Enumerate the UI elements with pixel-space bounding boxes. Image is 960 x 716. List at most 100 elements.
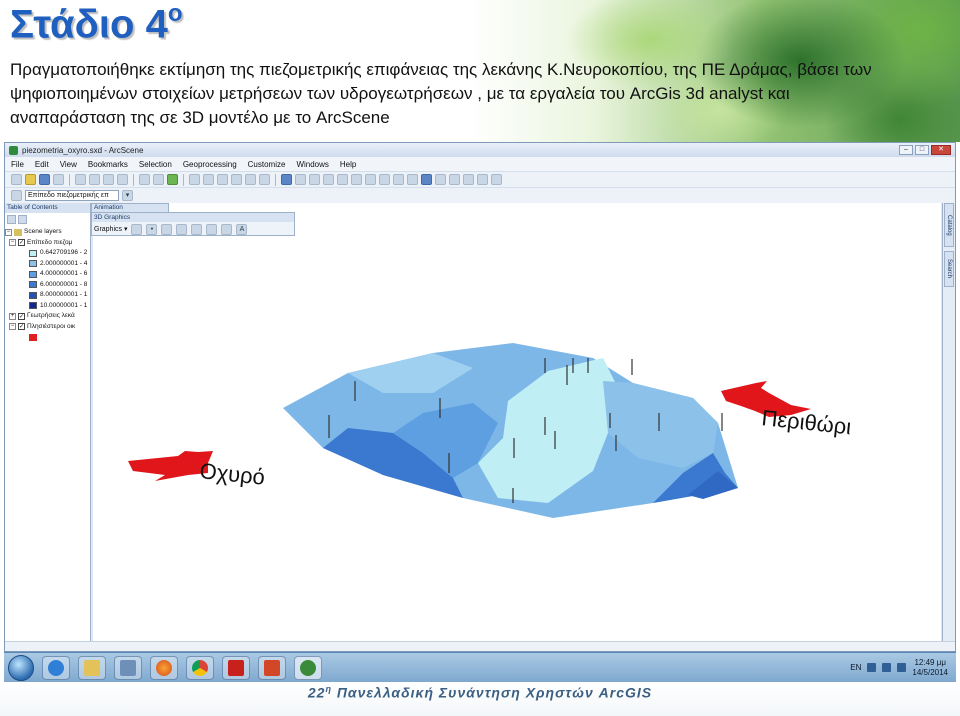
tray-volume-icon[interactable]	[897, 663, 907, 672]
undo-icon[interactable]	[139, 174, 150, 185]
toc-layer-wells[interactable]: + ✓ Γεωτρήσεις λεκά	[5, 311, 90, 322]
legend-swatch	[29, 302, 37, 310]
layer-visibility-checkbox[interactable]: ✓	[18, 312, 25, 320]
fill-color-icon[interactable]	[206, 223, 218, 235]
legend-item[interactable]: 8.000000001 - 1	[29, 290, 90, 301]
taskbar-arcscene[interactable]	[294, 655, 322, 680]
toolbar-separator	[275, 173, 276, 186]
windows-taskbar: EN 12:49 μμ 14/5/2014	[4, 652, 956, 682]
collapse-icon[interactable]: −	[5, 228, 12, 236]
collapse-icon[interactable]: −	[9, 323, 16, 331]
text-icon[interactable]	[191, 223, 203, 235]
menu-edit[interactable]: Edit	[35, 160, 49, 169]
measure-icon[interactable]	[449, 174, 460, 185]
legend-item[interactable]: 2.000000001 - 4	[29, 259, 90, 270]
tray-network-icon[interactable]	[882, 663, 892, 672]
taskbar-firefox[interactable]	[150, 655, 178, 680]
close-button[interactable]: ✕	[931, 145, 951, 155]
menu-file[interactable]: File	[11, 160, 24, 169]
start-button[interactable]	[8, 654, 34, 681]
select-elements-icon[interactable]	[131, 223, 143, 235]
menu-customize[interactable]: Customize	[248, 160, 286, 169]
layer-tool-icon[interactable]	[11, 190, 22, 201]
graphics-3d-title[interactable]: 3D Graphics	[92, 213, 294, 222]
pan-icon[interactable]	[379, 174, 390, 185]
chevron-down-icon[interactable]: ▾	[122, 190, 133, 201]
navigate-icon[interactable]	[281, 174, 292, 185]
legend-item[interactable]: 0.642709196 - 2	[29, 248, 90, 259]
identify-icon[interactable]	[421, 174, 432, 185]
catalog-tab[interactable]: Catalog	[944, 203, 954, 247]
taskbar-network[interactable]	[114, 655, 142, 680]
select-features-icon[interactable]	[407, 174, 418, 185]
list-by-source-icon[interactable]	[18, 215, 27, 224]
line-icon[interactable]	[161, 223, 173, 235]
taskbar-file-explorer[interactable]	[78, 655, 106, 680]
line-color-icon[interactable]	[221, 223, 233, 235]
new-document-icon[interactable]	[11, 174, 22, 185]
layer-visibility-checkbox[interactable]: ✓	[18, 239, 25, 247]
menu-geoprocessing[interactable]: Geoprocessing	[183, 160, 237, 169]
redo-icon[interactable]	[153, 174, 164, 185]
zoom-out-icon[interactable]	[365, 174, 376, 185]
toc-layer-piezometric[interactable]: − ✓ Επίπεδο πιεζομ	[5, 238, 90, 249]
legend-item[interactable]: 4.000000001 - 6	[29, 269, 90, 280]
cut-icon[interactable]	[75, 174, 86, 185]
menu-selection[interactable]: Selection	[139, 160, 172, 169]
set-observer-icon[interactable]	[337, 174, 348, 185]
font-color-icon[interactable]: A	[236, 223, 248, 235]
editor-icon[interactable]	[189, 174, 200, 185]
save-icon[interactable]	[39, 174, 50, 185]
search-icon[interactable]	[231, 174, 242, 185]
expand-view-icon[interactable]	[477, 174, 488, 185]
zoom-to-target-icon[interactable]	[323, 174, 334, 185]
legend-items: 0.642709196 - 2 2.000000001 - 4 4.000000…	[5, 248, 90, 311]
internet-explorer-icon	[48, 659, 64, 676]
taskbar-internet-explorer[interactable]	[42, 655, 70, 680]
taskbar-acrobat[interactable]	[222, 655, 250, 680]
taskbar-chrome[interactable]	[186, 655, 214, 680]
copy-icon[interactable]	[89, 174, 100, 185]
find-icon[interactable]	[435, 174, 446, 185]
narrow-view-icon[interactable]	[463, 174, 474, 185]
scene-view[interactable]: Οχυρό Περιθώρι	[93, 203, 941, 641]
menu-help[interactable]: Help	[340, 160, 356, 169]
minimize-button[interactable]: –	[899, 145, 913, 155]
language-indicator[interactable]: EN	[850, 663, 861, 672]
zoom-in-icon[interactable]	[351, 174, 362, 185]
clock[interactable]: 12:49 μμ 14/5/2014	[912, 658, 948, 678]
menu-windows[interactable]: Windows	[296, 160, 328, 169]
graphics-menu[interactable]: Graphics ▾	[94, 225, 127, 233]
tray-flag-icon[interactable]	[867, 663, 877, 672]
polygon-icon[interactable]	[176, 223, 188, 235]
target-center-icon[interactable]	[309, 174, 320, 185]
fly-icon[interactable]	[295, 174, 306, 185]
toc-scene-layers[interactable]: − Scene layers	[5, 227, 90, 238]
arctoolbox-icon[interactable]	[245, 174, 256, 185]
open-folder-icon[interactable]	[25, 174, 36, 185]
window-titlebar[interactable]: piezometria_oxyro.sxd - ArcScene – □ ✕	[5, 143, 955, 157]
legend-item[interactable]: 6.000000001 - 8	[29, 280, 90, 291]
delete-icon[interactable]	[117, 174, 128, 185]
expand-icon[interactable]: +	[9, 312, 16, 320]
legend-item[interactable]: 10.00000001 - 1	[29, 301, 90, 312]
full-extent-icon[interactable]	[393, 174, 404, 185]
layer-visibility-checkbox[interactable]: ✓	[18, 323, 25, 331]
print-icon[interactable]	[53, 174, 64, 185]
globe-icon[interactable]	[491, 174, 502, 185]
paste-icon[interactable]	[103, 174, 114, 185]
add-data-icon[interactable]	[167, 174, 178, 185]
table-icon[interactable]	[203, 174, 214, 185]
menu-bookmarks[interactable]: Bookmarks	[88, 160, 128, 169]
search-tab[interactable]: Search	[944, 251, 954, 287]
point-icon[interactable]: •	[146, 223, 158, 235]
menu-view[interactable]: View	[60, 160, 77, 169]
list-by-drawing-order-icon[interactable]	[7, 215, 16, 224]
collapse-icon[interactable]: −	[9, 239, 16, 247]
layer-dropdown[interactable]: Επίπεδο πιεζομετρικής επ	[25, 190, 119, 201]
taskbar-powerpoint[interactable]	[258, 655, 286, 680]
toc-layer-settlements[interactable]: − ✓ Πλησιέστεροι οικ	[5, 322, 90, 333]
python-icon[interactable]	[259, 174, 270, 185]
maximize-button[interactable]: □	[915, 145, 929, 155]
catalog-icon[interactable]	[217, 174, 228, 185]
